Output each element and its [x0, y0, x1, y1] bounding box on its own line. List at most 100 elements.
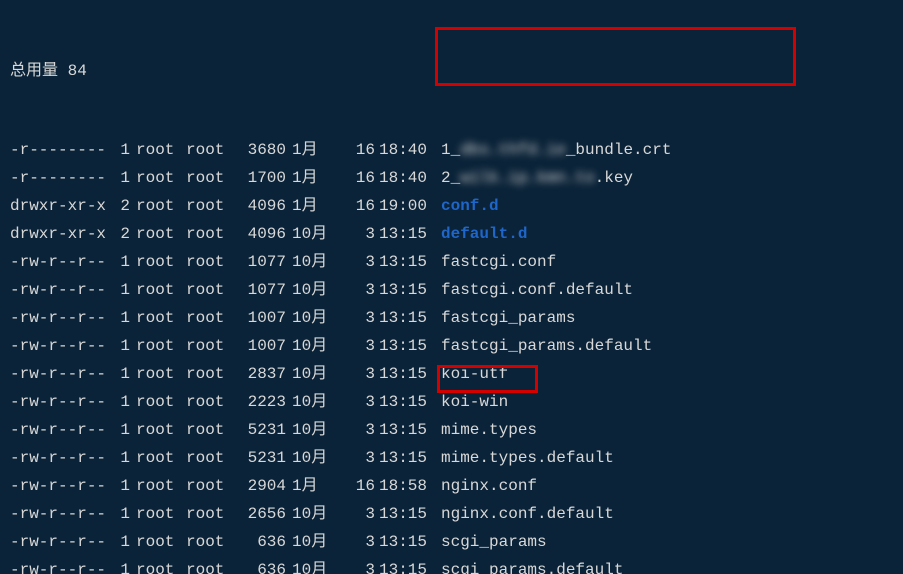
col-owner: root: [130, 360, 186, 388]
col-owner: root: [130, 304, 186, 332]
col-size: 5231: [236, 444, 286, 472]
col-month: 10月: [286, 276, 337, 304]
col-perms: -rw-r--r--: [10, 304, 110, 332]
col-day: 16: [337, 192, 375, 220]
col-owner: root: [130, 416, 186, 444]
col-day: 3: [337, 556, 375, 574]
total-usage-line: 总用量 84: [10, 60, 893, 82]
col-owner: root: [130, 556, 186, 574]
col-filename: koi-win: [437, 388, 508, 416]
col-group: root: [186, 556, 236, 574]
col-time: 18:58: [375, 472, 437, 500]
col-day: 3: [337, 416, 375, 444]
col-day: 3: [337, 360, 375, 388]
col-filename: koi-utf: [437, 360, 508, 388]
col-time: 13:15: [375, 304, 437, 332]
col-owner: root: [130, 192, 186, 220]
col-perms: drwxr-xr-x: [10, 192, 110, 220]
col-perms: -rw-r--r--: [10, 388, 110, 416]
list-row: -rw-r--r--1rootroot523110月313:15mime.typ…: [10, 416, 893, 444]
col-links: 1: [110, 500, 130, 528]
col-time: 19:00: [375, 192, 437, 220]
col-links: 1: [110, 472, 130, 500]
filename-prefix: 1_: [441, 141, 460, 159]
col-month: 1月: [286, 192, 337, 220]
col-owner: root: [130, 276, 186, 304]
col-filename: mime.types: [437, 416, 537, 444]
col-links: 1: [110, 248, 130, 276]
col-time: 13:15: [375, 500, 437, 528]
col-size: 2904: [236, 472, 286, 500]
filename-redacted: dbs.thfd.ie: [460, 141, 566, 159]
col-filename: scgi_params.default: [437, 556, 623, 574]
list-row: drwxr-xr-x2rootroot409610月313:15default.…: [10, 220, 893, 248]
col-day: 3: [337, 220, 375, 248]
col-month: 10月: [286, 304, 337, 332]
col-perms: -rw-r--r--: [10, 416, 110, 444]
col-day: 3: [337, 304, 375, 332]
filename-suffix: _bundle.crt: [566, 141, 672, 159]
col-time: 13:15: [375, 248, 437, 276]
col-owner: root: [130, 528, 186, 556]
filename-prefix: 2_: [441, 169, 460, 187]
col-links: 1: [110, 444, 130, 472]
list-row: -rw-r--r--1rootroot265610月313:15nginx.co…: [10, 500, 893, 528]
col-group: root: [186, 360, 236, 388]
col-perms: -rw-r--r--: [10, 276, 110, 304]
col-owner: root: [130, 332, 186, 360]
col-month: 10月: [286, 500, 337, 528]
col-owner: root: [130, 248, 186, 276]
col-group: root: [186, 416, 236, 444]
list-row: -rw-r--r--1rootroot222310月313:15koi-win: [10, 388, 893, 416]
col-group: root: [186, 332, 236, 360]
col-size: 636: [236, 556, 286, 574]
col-day: 3: [337, 276, 375, 304]
col-time: 13:15: [375, 528, 437, 556]
col-size: 5231: [236, 416, 286, 444]
list-row: -rw-r--r--1rootroot100710月313:15fastcgi_…: [10, 332, 893, 360]
list-row: -rw-r--r--1rootroot100710月313:15fastcgi_…: [10, 304, 893, 332]
col-filename: scgi_params: [437, 528, 547, 556]
filename-suffix: .key: [595, 169, 633, 187]
list-row: -rw-r--r--1rootroot283710月313:15koi-utf: [10, 360, 893, 388]
col-month: 10月: [286, 388, 337, 416]
col-month: 10月: [286, 416, 337, 444]
col-size: 3680: [236, 136, 286, 164]
col-filename: fastcgi_params: [437, 304, 575, 332]
col-perms: -rw-r--r--: [10, 500, 110, 528]
col-day: 3: [337, 528, 375, 556]
list-row: -rw-r--r--1rootroot29041月1618:58nginx.co…: [10, 472, 893, 500]
list-row: -rw-r--r--1rootroot523110月313:15mime.typ…: [10, 444, 893, 472]
col-month: 10月: [286, 444, 337, 472]
col-group: root: [186, 444, 236, 472]
terminal-output[interactable]: 总用量 84 -r--------1rootroot36801月1618:401…: [0, 0, 903, 574]
col-size: 636: [236, 528, 286, 556]
col-month: 10月: [286, 220, 337, 248]
col-links: 1: [110, 164, 130, 192]
col-month: 10月: [286, 556, 337, 574]
col-group: root: [186, 248, 236, 276]
col-links: 1: [110, 416, 130, 444]
col-group: root: [186, 472, 236, 500]
file-listing: -r--------1rootroot36801月1618:401_dbs.th…: [10, 136, 893, 574]
col-group: root: [186, 220, 236, 248]
col-owner: root: [130, 164, 186, 192]
col-links: 1: [110, 388, 130, 416]
col-time: 13:15: [375, 360, 437, 388]
col-perms: -rw-r--r--: [10, 332, 110, 360]
col-group: root: [186, 164, 236, 192]
col-month: 10月: [286, 360, 337, 388]
col-links: 1: [110, 528, 130, 556]
col-day: 3: [337, 500, 375, 528]
col-group: root: [186, 500, 236, 528]
col-owner: root: [130, 388, 186, 416]
col-group: root: [186, 304, 236, 332]
col-group: root: [186, 276, 236, 304]
col-perms: -rw-r--r--: [10, 472, 110, 500]
col-links: 1: [110, 332, 130, 360]
col-perms: drwxr-xr-x: [10, 220, 110, 248]
col-group: root: [186, 528, 236, 556]
list-row: -r--------1rootroot36801月1618:401_dbs.th…: [10, 136, 893, 164]
col-group: root: [186, 136, 236, 164]
col-size: 1007: [236, 332, 286, 360]
